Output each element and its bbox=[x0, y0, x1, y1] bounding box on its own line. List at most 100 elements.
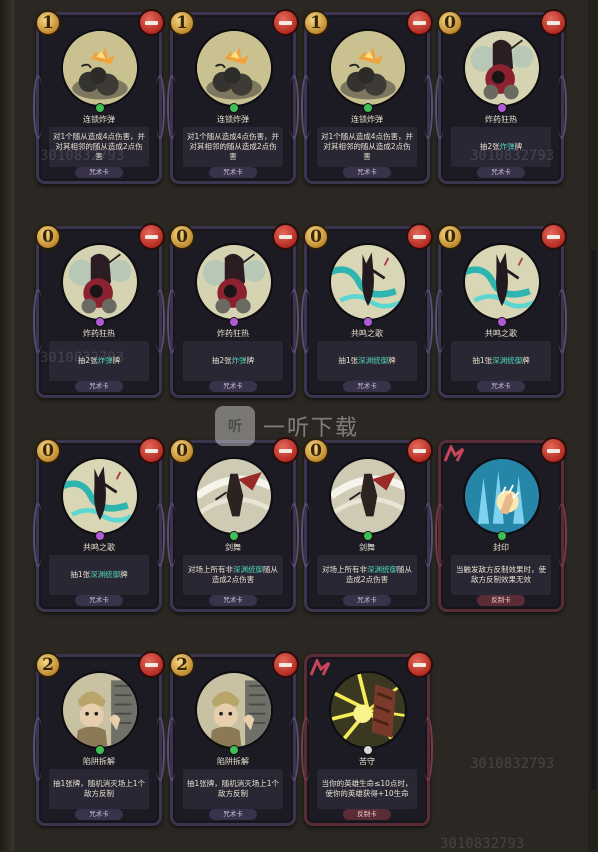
remove-card-button[interactable] bbox=[406, 437, 433, 464]
card-frame-ornament bbox=[557, 503, 567, 567]
remove-card-button[interactable] bbox=[138, 651, 165, 678]
watermark-logo: 听 bbox=[215, 406, 255, 446]
scrollbar[interactable] bbox=[591, 250, 596, 790]
remove-card-button[interactable] bbox=[272, 9, 299, 36]
card-art bbox=[61, 457, 139, 535]
watermark-code: 3010832793 bbox=[440, 836, 525, 852]
card-guard[interactable]: 苦守 当你的英雄生命≤10点时，使你的英雄获得+10生命 反制卡 bbox=[301, 651, 433, 826]
card-frame-ornament bbox=[155, 503, 165, 567]
card-description: 抽1张牌，随机消灭场上1个敌方反制 bbox=[183, 769, 283, 809]
reflect-card-icon bbox=[443, 445, 465, 462]
card-gem-icon bbox=[363, 103, 373, 113]
mana-cost-badge: 2 bbox=[169, 652, 195, 678]
card-art bbox=[195, 671, 273, 749]
card-frame-ornament bbox=[423, 717, 433, 781]
card-gem-icon bbox=[229, 531, 239, 541]
description-text: 牌 bbox=[522, 356, 530, 365]
card-song[interactable]: 0 共鸣之歌 抽1张深渊统御牌 咒术卡 bbox=[301, 223, 433, 398]
remove-card-button[interactable] bbox=[406, 223, 433, 250]
card-gem-icon bbox=[497, 317, 507, 327]
watermark-code: 3010832793 bbox=[40, 350, 125, 366]
remove-card-button[interactable] bbox=[540, 223, 567, 250]
card-type-label: 咒术卡 bbox=[209, 809, 257, 820]
mana-cost-badge: 0 bbox=[303, 224, 329, 250]
card-type-label: 咒术卡 bbox=[75, 809, 123, 820]
remove-card-button[interactable] bbox=[138, 9, 165, 36]
card-type-label: 咒术卡 bbox=[343, 167, 391, 178]
card-name: 共鸣之歌 bbox=[83, 543, 115, 552]
card-frame-ornament bbox=[33, 503, 43, 567]
card-art bbox=[61, 671, 139, 749]
card-frame-ornament bbox=[435, 289, 445, 353]
card-frame-ornament bbox=[557, 75, 567, 139]
card-description: 当触发敌方反制效果时，使敌方反制效果无效 bbox=[451, 555, 551, 595]
card-frame-ornament bbox=[435, 75, 445, 139]
card-seal[interactable]: 封印 当触发敌方反制效果时，使敌方反制效果无效 反制卡 bbox=[435, 437, 567, 612]
card-sword[interactable]: 0 剑舞 对场上所有非深渊统御随从造成2点伤害 咒术卡 bbox=[167, 437, 299, 612]
keyword-highlight: 深渊统御 bbox=[492, 356, 523, 365]
card-description: 对1个随从造成4点伤害，并对其相邻的随从造成2点伤害 bbox=[317, 127, 417, 167]
card-gem-icon bbox=[497, 103, 507, 113]
card-name: 陷阱拆解 bbox=[217, 757, 249, 766]
remove-card-button[interactable] bbox=[272, 437, 299, 464]
card-name: 封印 bbox=[493, 543, 509, 552]
remove-card-button[interactable] bbox=[406, 651, 433, 678]
description-text: 对1个随从造成4点伤害，并对其相邻的随从造成2点伤害 bbox=[186, 132, 280, 161]
description-text: 抽1张牌，随机消灭场上1个敌方反制 bbox=[186, 779, 280, 798]
remove-card-button[interactable] bbox=[138, 437, 165, 464]
card-description: 当你的英雄生命≤10点时，使你的英雄获得+10生命 bbox=[317, 769, 417, 809]
mana-cost-badge: 0 bbox=[35, 224, 61, 250]
card-frame-ornament bbox=[557, 289, 567, 353]
card-frame-ornament bbox=[301, 717, 311, 781]
card-name: 炸药狂热 bbox=[217, 329, 249, 338]
card-bomb[interactable]: 1 连锁炸弹 对1个随从造成4点伤害，并对其相邻的随从造成2点伤害 咒术卡 bbox=[167, 9, 299, 184]
card-type-label: 咒术卡 bbox=[75, 381, 123, 392]
card-name: 共鸣之歌 bbox=[351, 329, 383, 338]
remove-card-button[interactable] bbox=[272, 651, 299, 678]
card-art bbox=[463, 457, 541, 535]
card-trap[interactable]: 2 陷阱拆解 抽1张牌，随机消灭场上1个敌方反制 咒术卡 bbox=[33, 651, 165, 826]
card-frame-ornament bbox=[155, 289, 165, 353]
description-text: 抽1张牌，随机消灭场上1个敌方反制 bbox=[52, 779, 146, 798]
card-gem-icon bbox=[95, 317, 105, 327]
card-bomb[interactable]: 1 连锁炸弹 对1个随从造成4点伤害，并对其相邻的随从造成2点伤害 咒术卡 bbox=[301, 9, 433, 184]
card-art bbox=[463, 29, 541, 107]
card-frame-ornament bbox=[423, 503, 433, 567]
card-name: 陷阱拆解 bbox=[83, 757, 115, 766]
mana-cost-badge: 0 bbox=[437, 10, 463, 36]
card-art bbox=[463, 243, 541, 321]
card-frame-ornament bbox=[33, 75, 43, 139]
remove-card-button[interactable] bbox=[138, 223, 165, 250]
card-song[interactable]: 0 共鸣之歌 抽1张深渊统御牌 咒术卡 bbox=[435, 223, 567, 398]
card-frenzy[interactable]: 0 炸药狂热 抽2张炸弹牌 咒术卡 bbox=[167, 223, 299, 398]
watermark-code: 3010832793 bbox=[470, 148, 555, 164]
watermark: 听 一听下载 bbox=[215, 404, 385, 448]
remove-card-button[interactable] bbox=[272, 223, 299, 250]
card-gem-icon bbox=[497, 531, 507, 541]
description-text: 抽1张 bbox=[472, 356, 493, 365]
card-song[interactable]: 0 共鸣之歌 抽1张深渊统御牌 咒术卡 bbox=[33, 437, 165, 612]
card-trap[interactable]: 2 陷阱拆解抽1张牌，随机消灭场上1个敌方反制咒术卡 bbox=[167, 651, 299, 826]
card-frame-ornament bbox=[423, 289, 433, 353]
card-gem-icon bbox=[95, 103, 105, 113]
card-sword[interactable]: 0 剑舞 对场上所有非深渊统御随从造成2点伤害 咒术卡 bbox=[301, 437, 433, 612]
card-frame-ornament bbox=[301, 503, 311, 567]
mana-cost-badge: 0 bbox=[169, 224, 195, 250]
card-frenzy[interactable]: 0 炸药狂热 抽2张炸弹牌 咒术卡 bbox=[33, 223, 165, 398]
card-type-label: 咒术卡 bbox=[75, 595, 123, 606]
description-text: 牌 bbox=[120, 570, 128, 579]
card-name: 连锁炸弹 bbox=[351, 115, 383, 124]
mana-cost-badge: 0 bbox=[35, 438, 61, 464]
keyword-highlight: 深渊统御 bbox=[367, 565, 397, 574]
card-description: 抽1张深渊统御牌 bbox=[451, 341, 551, 381]
remove-card-button[interactable] bbox=[540, 9, 567, 36]
keyword-highlight: 深渊统御 bbox=[90, 570, 121, 579]
card-description: 对场上所有非深渊统御随从造成2点伤害 bbox=[317, 555, 417, 595]
remove-card-button[interactable] bbox=[540, 437, 567, 464]
mana-cost-badge: 1 bbox=[35, 10, 61, 36]
remove-card-button[interactable] bbox=[406, 9, 433, 36]
card-gem-icon bbox=[229, 103, 239, 113]
card-type-label: 咒术卡 bbox=[343, 595, 391, 606]
card-type-label: 咒术卡 bbox=[209, 595, 257, 606]
card-frame-ornament bbox=[423, 75, 433, 139]
